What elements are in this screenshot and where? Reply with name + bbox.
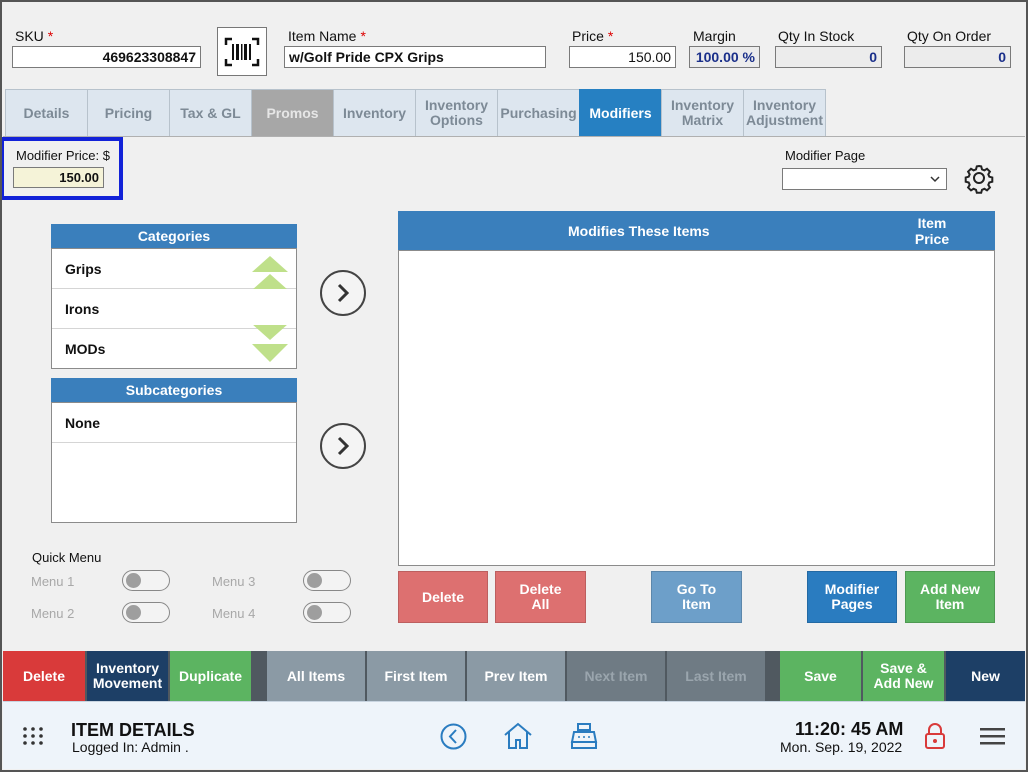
margin-label: Margin [693, 28, 736, 44]
tab-pricing[interactable]: Pricing [87, 89, 170, 136]
delete-item-button[interactable]: Delete [3, 651, 85, 701]
logged-in-text: Logged In: Admin . [72, 739, 189, 755]
go-to-item-button[interactable]: Go To Item [651, 571, 742, 623]
barcode-icon [224, 37, 260, 66]
settings-button[interactable] [961, 160, 997, 196]
cash-register-icon [570, 723, 598, 749]
modifier-page-select[interactable] [782, 168, 947, 190]
register-button[interactable] [570, 722, 598, 753]
subcategory-item[interactable]: None [52, 403, 296, 443]
quick-menu-label: Menu 1 [31, 574, 75, 589]
prev-item-button[interactable]: Prev Item [467, 651, 565, 701]
tab-promos[interactable]: Promos [251, 89, 334, 136]
quick-menu-toggle-4[interactable] [303, 602, 351, 623]
home-button[interactable] [503, 722, 533, 753]
modifies-table-header: Modifies These Items Item Price [398, 211, 995, 250]
chevron-right-icon [337, 283, 350, 303]
lock-button[interactable] [924, 722, 946, 753]
quick-menu-toggle-3[interactable] [303, 570, 351, 591]
item-price-column-header: Item Price [914, 214, 950, 247]
qty-in-stock-field: 0 [775, 46, 882, 68]
home-icon [504, 722, 532, 749]
subcategories-list: None [51, 402, 297, 523]
price-label: Price * [572, 28, 614, 44]
quick-menu-toggle-2[interactable] [122, 602, 170, 623]
quick-menu-label: Menu 4 [212, 606, 256, 621]
clock-time: 11:20: 45 AM [795, 719, 904, 739]
inventory-movement-button[interactable]: Inventory Movement [87, 651, 168, 701]
qty-in-stock-label: Qty In Stock [778, 28, 855, 44]
page-title: ITEM DETAILS [71, 720, 195, 740]
back-button[interactable] [440, 723, 467, 753]
all-items-button[interactable]: All Items [267, 651, 365, 701]
tab-purchasing[interactable]: Purchasing [497, 89, 580, 136]
tab-bar: Details Pricing Tax & GL Promos Inventor… [5, 89, 826, 136]
modifier-price-field[interactable]: 150.00 [13, 167, 104, 188]
back-circle-icon [440, 723, 467, 750]
tab-inventory[interactable]: Inventory [333, 89, 416, 136]
last-item-button[interactable]: Last Item [667, 651, 765, 701]
price-field[interactable]: 150.00 [569, 46, 676, 68]
menu-button[interactable] [980, 726, 1005, 749]
apps-grid-button[interactable] [22, 726, 44, 749]
hamburger-menu-icon [980, 728, 1005, 745]
tab-modifiers[interactable]: Modifiers [579, 89, 662, 136]
lock-icon [925, 723, 945, 749]
add-category-arrow-button[interactable] [320, 270, 366, 316]
clock-date: Mon. Sep. 19, 2022 [780, 739, 903, 755]
quick-menu-label: Menu 3 [212, 574, 256, 589]
save-add-new-button[interactable]: Save & Add New [863, 651, 944, 701]
modifies-items-column-header: Modifies These Items [568, 222, 710, 239]
quick-menu-title: Quick Menu [32, 550, 102, 565]
modifies-items-list[interactable] [398, 250, 995, 566]
delete-all-button[interactable]: Delete All [495, 571, 586, 623]
subcategories-header: Subcategories [51, 378, 297, 402]
qty-on-order-label: Qty On Order [907, 28, 992, 44]
item-name-label: Item Name * [288, 28, 366, 44]
scroll-top-button[interactable] [251, 254, 289, 303]
modifier-price-label: Modifier Price: $ [16, 148, 110, 163]
save-button[interactable]: Save [780, 651, 861, 701]
modifier-pages-button[interactable]: Modifier Pages [807, 571, 897, 623]
quick-menu-label: Menu 2 [31, 606, 75, 621]
sku-field[interactable]: 469623308847 [12, 46, 201, 68]
chevron-down-icon [930, 176, 940, 183]
double-chevron-up-icon [252, 256, 288, 291]
item-name-field[interactable]: w/Golf Pride CPX Grips [284, 46, 546, 68]
next-item-button[interactable]: Next Item [567, 651, 665, 701]
margin-field: 100.00 % [689, 46, 760, 68]
gear-icon [964, 164, 994, 194]
tab-tax-gl[interactable]: Tax & GL [169, 89, 252, 136]
new-item-button[interactable]: New [946, 651, 1025, 701]
quick-menu-toggle-1[interactable] [122, 570, 170, 591]
first-item-button[interactable]: First Item [367, 651, 465, 701]
tab-details[interactable]: Details [5, 89, 88, 136]
add-subcategory-arrow-button[interactable] [320, 423, 366, 469]
barcode-button[interactable] [217, 27, 267, 76]
sku-label: SKU * [15, 28, 54, 44]
tab-inventory-adjustment[interactable]: Inventory Adjustment [743, 89, 826, 136]
tab-inventory-matrix[interactable]: Inventory Matrix [661, 89, 744, 136]
add-new-item-button[interactable]: Add New Item [905, 571, 995, 623]
double-chevron-down-icon [252, 323, 288, 362]
duplicate-button[interactable]: Duplicate [170, 651, 251, 701]
modifier-page-label: Modifier Page [785, 148, 866, 163]
qty-on-order-field: 0 [904, 46, 1011, 68]
delete-modifier-button[interactable]: Delete [398, 571, 488, 623]
tab-inventory-options[interactable]: Inventory Options [415, 89, 498, 136]
chevron-right-icon [337, 436, 350, 456]
categories-header: Categories [51, 224, 297, 248]
scroll-bottom-button[interactable] [251, 318, 289, 367]
grid-icon [23, 727, 43, 745]
